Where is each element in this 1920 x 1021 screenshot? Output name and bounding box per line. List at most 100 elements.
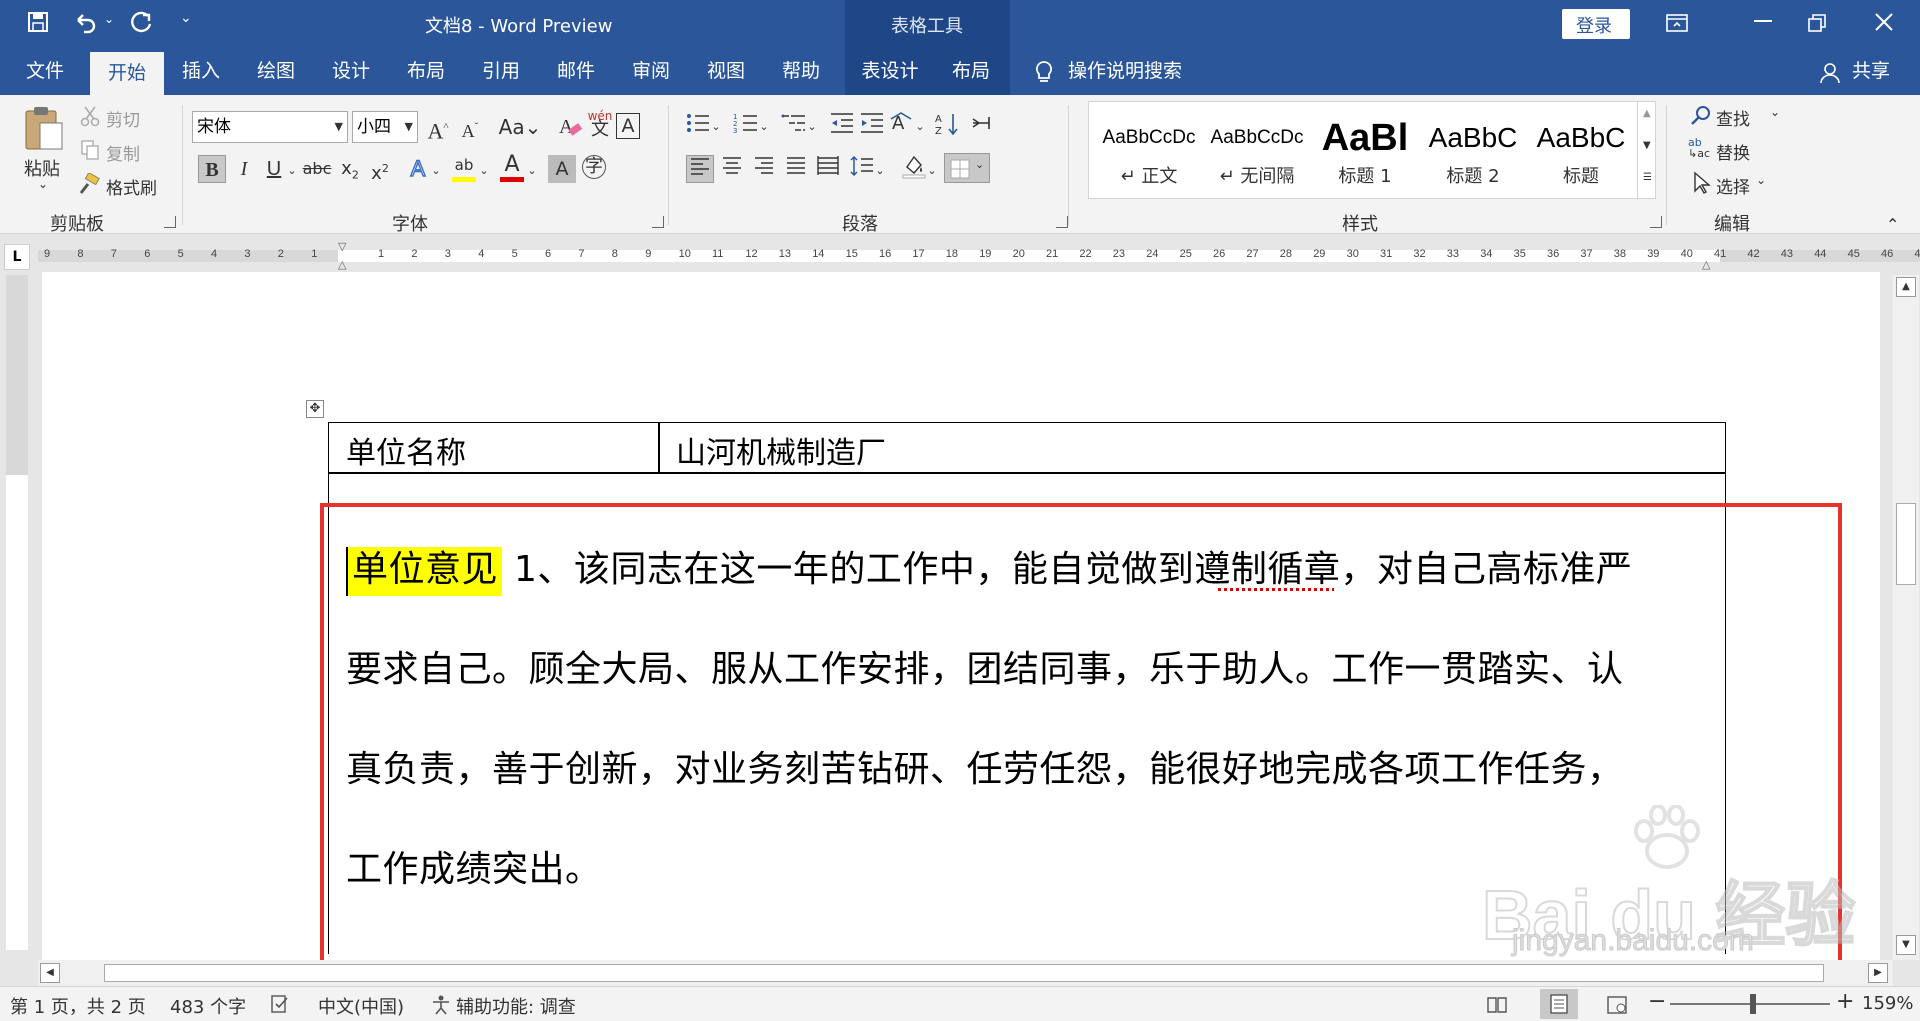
- tab-review[interactable]: 审阅: [620, 48, 682, 95]
- phonetic-guide-icon[interactable]: wén 文: [586, 109, 614, 139]
- tell-me-search[interactable]: 操作说明搜索: [1068, 48, 1188, 95]
- font-name-combo[interactable]: 宋体 ▼: [192, 111, 348, 143]
- style-heading-2[interactable]: AaBbC 标题 2: [1419, 114, 1527, 196]
- hanging-indent-marker-icon[interactable]: △: [338, 258, 346, 271]
- grow-font-icon[interactable]: A^: [424, 113, 452, 143]
- tab-selector-icon[interactable]: L: [4, 244, 30, 270]
- justify-button[interactable]: [782, 155, 810, 183]
- read-mode-icon[interactable]: [1486, 994, 1508, 1016]
- enclose-characters-icon[interactable]: 字: [582, 155, 606, 179]
- save-icon[interactable]: [26, 10, 52, 36]
- copy-button[interactable]: 复制: [106, 140, 140, 165]
- right-indent-marker-icon[interactable]: △: [1702, 258, 1710, 271]
- customize-qat-icon[interactable]: ⌄: [180, 10, 192, 26]
- clear-formatting-icon[interactable]: A: [556, 113, 584, 141]
- tab-mailings[interactable]: 邮件: [545, 48, 607, 95]
- tab-table-layout[interactable]: 布局: [940, 48, 1002, 95]
- redo-icon[interactable]: [128, 10, 154, 36]
- tab-layout[interactable]: 布局: [395, 48, 457, 95]
- italic-button[interactable]: I: [230, 155, 258, 183]
- style-title[interactable]: AaBbC 标题: [1527, 114, 1635, 196]
- zoom-out-icon[interactable]: −: [1648, 989, 1666, 1014]
- character-shading-icon[interactable]: A: [548, 155, 576, 183]
- zoom-in-icon[interactable]: +: [1836, 989, 1854, 1014]
- close-icon[interactable]: [1873, 11, 1895, 33]
- table-move-handle-icon[interactable]: ✥: [306, 400, 324, 418]
- share-button[interactable]: 共享: [1846, 48, 1896, 95]
- subscript-button[interactable]: x2: [336, 155, 364, 183]
- multilevel-dropdown-icon[interactable]: ⌄: [804, 113, 820, 141]
- select-button[interactable]: 选择: [1716, 173, 1750, 198]
- language-indicator[interactable]: 中文(中国): [318, 993, 404, 1019]
- undo-dropdown-icon[interactable]: ⌄: [104, 12, 114, 26]
- sort-icon[interactable]: AZ: [934, 111, 962, 139]
- paste-dropdown-icon[interactable]: ⌄: [38, 177, 48, 191]
- tab-references[interactable]: 引用: [470, 48, 532, 95]
- font-name-dropdown-icon[interactable]: ▼: [335, 112, 343, 142]
- tab-file[interactable]: 文件: [14, 48, 76, 95]
- superscript-button[interactable]: x2: [366, 155, 394, 184]
- tab-design[interactable]: 设计: [320, 48, 382, 95]
- first-line-indent-marker-icon[interactable]: ▽: [338, 240, 346, 253]
- style-no-spacing[interactable]: AaBbCcDc ↵ 无间隔: [1203, 114, 1311, 196]
- font-color-icon[interactable]: A: [498, 151, 526, 182]
- scroll-right-icon[interactable]: ▶: [1868, 963, 1888, 983]
- accessibility-status[interactable]: 辅助功能: 调查: [456, 993, 576, 1019]
- page-count[interactable]: 第 1 页，共 2 页: [10, 993, 146, 1019]
- tab-insert[interactable]: 插入: [170, 48, 232, 95]
- share-person-icon[interactable]: [1820, 62, 1840, 84]
- show-marks-icon[interactable]: [968, 111, 996, 139]
- text-effects-dropdown-icon[interactable]: ⌄: [428, 157, 444, 185]
- login-button[interactable]: 登录: [1562, 9, 1630, 39]
- scroll-up-icon[interactable]: ▲: [1896, 277, 1916, 297]
- cut-button[interactable]: 剪切: [106, 106, 140, 131]
- zoom-slider-thumb[interactable]: [1750, 994, 1756, 1014]
- align-center-button[interactable]: [718, 155, 746, 183]
- horizontal-scrollbar[interactable]: ◀ ▶: [38, 960, 1893, 986]
- format-painter-button[interactable]: 格式刷: [106, 174, 157, 199]
- zoom-level[interactable]: 159%: [1862, 993, 1913, 1014]
- style-heading-1[interactable]: AaBl 标题 1: [1311, 114, 1419, 196]
- ribbon-display-options-icon[interactable]: [1666, 13, 1688, 33]
- restore-icon[interactable]: [1807, 13, 1827, 33]
- increase-indent-icon[interactable]: [858, 111, 886, 139]
- select-dropdown-icon[interactable]: ⌄: [1756, 173, 1766, 187]
- proofing-icon[interactable]: [270, 994, 290, 1014]
- align-left-button[interactable]: [686, 155, 714, 183]
- replace-button[interactable]: 替换: [1716, 139, 1750, 164]
- font-size-combo[interactable]: 小四 ▼: [352, 111, 418, 143]
- print-layout-button[interactable]: [1540, 989, 1578, 1019]
- horizontal-scroll-thumb[interactable]: [104, 964, 1824, 982]
- collapse-ribbon-icon[interactable]: ⌃: [1886, 215, 1899, 234]
- paste-icon[interactable]: [22, 103, 66, 153]
- borders-button[interactable]: ⌄: [944, 153, 990, 183]
- styles-more-icon[interactable]: ☰: [1643, 172, 1652, 183]
- find-dropdown-icon[interactable]: ⌄: [1770, 105, 1780, 119]
- font-color-dropdown-icon[interactable]: ⌄: [524, 157, 540, 185]
- numbering-dropdown-icon[interactable]: ⌄: [756, 113, 772, 141]
- shrink-font-icon[interactable]: Aˇ: [456, 113, 484, 141]
- minimize-icon[interactable]: [1754, 20, 1772, 22]
- character-border-icon[interactable]: A: [616, 113, 640, 139]
- tab-table-design[interactable]: 表设计: [855, 48, 925, 95]
- vertical-scrollbar[interactable]: ▲ ▼: [1893, 275, 1919, 960]
- web-layout-icon[interactable]: [1606, 994, 1628, 1016]
- table-cell-unit-name-label[interactable]: 单位名称: [346, 428, 466, 472]
- asian-layout-dropdown-icon[interactable]: ⌄: [912, 113, 928, 141]
- bullets-dropdown-icon[interactable]: ⌄: [708, 113, 724, 141]
- accessibility-icon[interactable]: [430, 994, 452, 1016]
- highlight-color-icon[interactable]: ab: [450, 151, 478, 182]
- distributed-button[interactable]: [814, 155, 842, 183]
- line-spacing-dropdown-icon[interactable]: ⌄: [872, 157, 888, 185]
- styles-up-icon[interactable]: ▲: [1643, 108, 1651, 119]
- highlight-dropdown-icon[interactable]: ⌄: [476, 157, 492, 185]
- font-size-dropdown-icon[interactable]: ▼: [405, 112, 413, 142]
- change-case-icon[interactable]: Aa⌄: [498, 113, 542, 141]
- tab-help[interactable]: 帮助: [770, 48, 832, 95]
- styles-down-icon[interactable]: ▼: [1643, 140, 1651, 151]
- scroll-down-icon[interactable]: ▼: [1896, 935, 1916, 955]
- shading-dropdown-icon[interactable]: ⌄: [924, 157, 940, 185]
- word-count[interactable]: 483 个字: [170, 993, 246, 1019]
- decrease-indent-icon[interactable]: [828, 111, 856, 139]
- style-normal[interactable]: AaBbCcDc ↵ 正文: [1095, 114, 1203, 196]
